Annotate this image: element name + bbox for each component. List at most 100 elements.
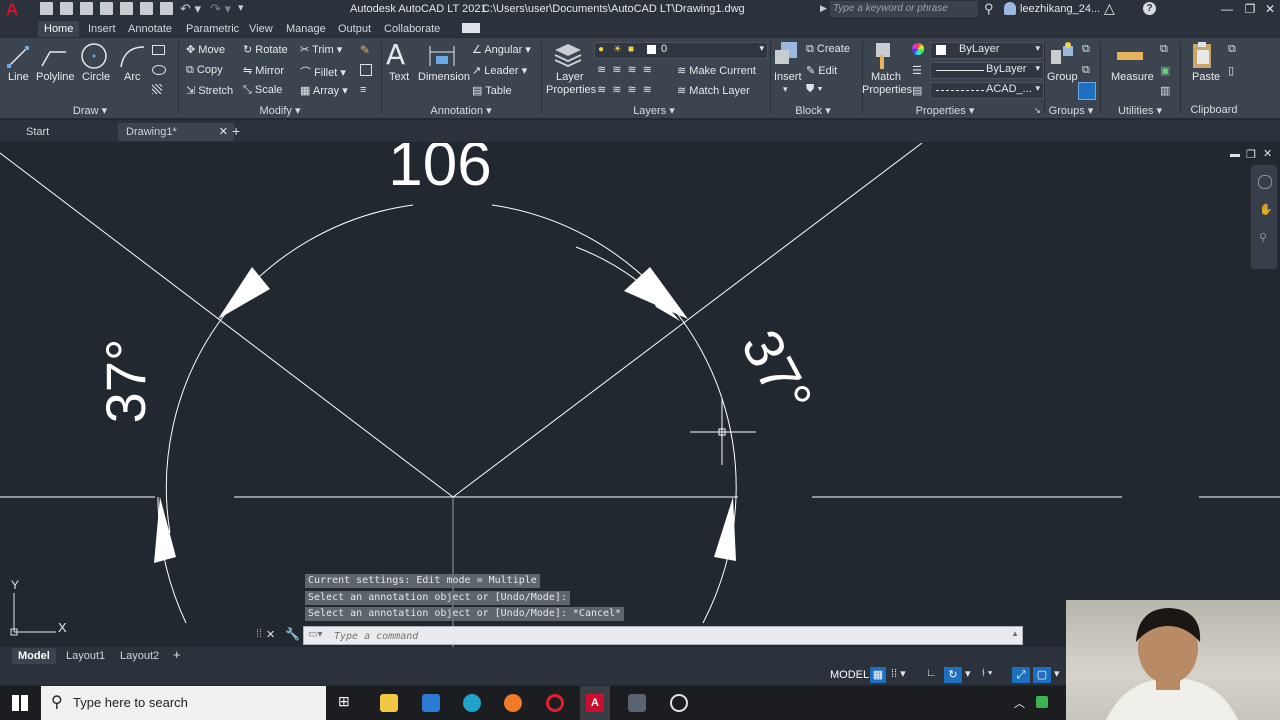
dimension-text-left[interactable]: 37° <box>94 339 157 424</box>
polar-toggle-icon[interactable]: ↻ <box>944 667 962 683</box>
user-name[interactable]: leezhikang_24... <box>1020 3 1100 15</box>
layer-properties-label-1[interactable]: Layer <box>556 71 584 83</box>
customize-qat-icon[interactable]: ▾ <box>238 1 244 14</box>
print-icon[interactable] <box>160 2 173 15</box>
model-space-button[interactable]: MODEL <box>826 667 873 683</box>
create-block-button[interactable]: ⧉ Create <box>806 43 850 56</box>
arc-button[interactable]: Arc <box>124 71 141 83</box>
tray-app-icon[interactable] <box>1036 696 1048 708</box>
line-button[interactable]: Line <box>8 71 29 83</box>
help-icon[interactable]: ? <box>1143 2 1156 15</box>
tab-home[interactable]: Home <box>38 21 80 37</box>
leader-button[interactable]: ↗ Leader ▾ <box>472 64 527 77</box>
ungroup-icon[interactable]: ⧉ <box>1082 43 1090 56</box>
search-icon[interactable]: ⚲ <box>984 1 994 17</box>
publish-icon[interactable] <box>140 2 153 15</box>
tab-manage[interactable]: Manage <box>280 21 332 37</box>
osnap-options-icon[interactable]: ▾ <box>1054 667 1060 680</box>
task-view-icon[interactable]: ⊞ <box>338 693 350 710</box>
file-explorer-icon[interactable] <box>380 694 398 712</box>
ribbon-options-icon[interactable] <box>462 23 480 33</box>
viewport-restore-button[interactable]: ❐ <box>1246 148 1256 161</box>
cut-icon[interactable]: ▯ <box>1228 64 1234 77</box>
match-layer-button[interactable]: ≋ Match Layer <box>677 84 750 97</box>
taskbar-search-box[interactable]: ⚲ Type here to search <box>41 686 326 720</box>
firefox-icon[interactable] <box>504 694 522 712</box>
annotation-panel-title[interactable]: Annotation ▾ <box>426 104 496 118</box>
autodesk-app-icon[interactable]: △ <box>1104 0 1115 17</box>
dimension-button[interactable]: Dimension <box>418 71 470 83</box>
rectangle-icon[interactable] <box>152 45 165 55</box>
select-all-icon[interactable]: ▣ <box>1160 64 1170 77</box>
erase-icon[interactable]: ✎ <box>360 43 370 57</box>
open-file-icon[interactable] <box>60 2 73 15</box>
command-bar-grip-icon[interactable]: ⁞⁞ <box>256 628 262 640</box>
save-icon[interactable] <box>80 2 93 15</box>
osnap-toggle-icon[interactable]: ⤢ <box>1012 667 1030 683</box>
match-properties-label-2[interactable]: Properties <box>862 84 912 96</box>
linetype-dropdown[interactable]: ByLayer ▾ <box>930 62 1044 79</box>
restore-button[interactable]: ❐ <box>1239 1 1261 17</box>
redo-icon[interactable]: ↷ ▾ <box>210 1 231 17</box>
autocad-taskbar-button[interactable]: A <box>580 686 610 720</box>
add-layout-icon[interactable]: + <box>173 647 181 662</box>
move-button[interactable]: ✥ Move <box>186 43 225 56</box>
zoom-icon[interactable]: ⚲ <box>1259 231 1267 244</box>
close-window-button[interactable]: ✕ <box>1259 1 1280 17</box>
layers-panel-title[interactable]: Layers ▾ <box>624 104 684 118</box>
clipboard-panel-title[interactable]: Clipboard <box>1185 104 1243 118</box>
match-properties-label-1[interactable]: Match <box>871 71 901 83</box>
viewport-close-button[interactable]: ✕ <box>1263 147 1272 160</box>
dimension-text-top[interactable]: 106 <box>388 143 491 199</box>
drawing-canvas[interactable]: 106 37° 37° X Y ▬ ❐ ✕ ✋ ⚲ <box>0 143 1280 647</box>
obs-icon[interactable] <box>670 694 688 712</box>
keyword-search-input[interactable]: Type a keyword or phrase <box>830 1 978 17</box>
start-tab[interactable]: Start <box>18 123 57 141</box>
copy-clip-icon[interactable]: ⧉ <box>1228 43 1236 56</box>
fillet-button[interactable]: ⌒ Fillet ▾ <box>300 64 346 80</box>
draw-panel-title[interactable]: Draw ▾ <box>60 104 120 118</box>
isodraft-toggle-icon[interactable]: ⫮ ▾ <box>982 667 993 680</box>
layer-dropdown[interactable]: ● ☀ ■ 0 ▾ <box>594 42 768 59</box>
text-button[interactable]: Text <box>389 71 409 83</box>
tab-insert[interactable]: Insert <box>82 21 122 37</box>
color-wheel-icon[interactable] <box>912 43 924 55</box>
command-close-icon[interactable]: ✕ <box>266 628 275 641</box>
transparency-icon[interactable]: ▤ <box>912 84 922 97</box>
layout2-tab[interactable]: Layout2 <box>114 648 165 664</box>
user-icon[interactable] <box>1004 2 1016 15</box>
lineweight-dropdown[interactable]: ACAD_... ▾ <box>930 82 1044 99</box>
quick-select-icon[interactable]: ⧉ <box>1160 43 1168 56</box>
scale-button[interactable]: ⤡ Scale <box>243 84 282 97</box>
save-as-icon[interactable] <box>100 2 113 15</box>
command-input-box[interactable]: ▭▾ ▲ <box>303 626 1023 645</box>
paste-button[interactable]: Paste <box>1192 71 1220 83</box>
layer-tools-row-2[interactable]: ≋≋≋≋ <box>597 83 658 96</box>
layer-properties-label-2[interactable]: Properties <box>546 84 596 96</box>
lineweight-icon[interactable]: ☰ <box>912 64 922 77</box>
windows-start-icon[interactable] <box>12 695 28 711</box>
make-current-button[interactable]: ≋ Make Current <box>677 64 756 77</box>
command-input[interactable] <box>332 628 1016 645</box>
viewport-minimize-button[interactable]: ▬ <box>1230 149 1240 160</box>
group-edit-icon[interactable]: ⧉ <box>1082 64 1090 77</box>
block-attributes-icon[interactable]: ⛊ ▾ <box>806 83 823 96</box>
command-history-toggle-icon[interactable]: ▲ <box>1011 629 1019 638</box>
properties-panel-title[interactable]: Properties ▾ <box>910 104 980 118</box>
hatch-icon[interactable] <box>152 84 162 94</box>
group-button[interactable]: Group <box>1047 71 1078 83</box>
navigation-bar[interactable]: ✋ ⚲ <box>1251 165 1277 269</box>
panel-launcher-icon[interactable]: ↘ <box>1034 106 1041 115</box>
calculator-icon[interactable]: ▥ <box>1160 84 1170 97</box>
trim-button[interactable]: ✂ Trim ▾ <box>300 43 342 56</box>
object-snap-icon[interactable]: ▢ <box>1033 667 1051 683</box>
layout1-tab[interactable]: Layout1 <box>60 648 111 664</box>
modify-panel-title[interactable]: Modify ▾ <box>250 104 310 118</box>
calculator-app-icon[interactable] <box>628 694 646 712</box>
dimension-text-right[interactable]: 37° <box>730 320 825 424</box>
angular-button[interactable]: ∠ Angular ▾ <box>472 43 531 56</box>
groups-panel-title[interactable]: Groups ▾ <box>1046 104 1096 118</box>
snap-toggle-icon[interactable]: ⁞⁞ ▾ <box>891 667 906 680</box>
color-dropdown[interactable]: ByLayer ▾ <box>930 42 1044 59</box>
polyline-button[interactable]: Polyline <box>36 71 75 83</box>
